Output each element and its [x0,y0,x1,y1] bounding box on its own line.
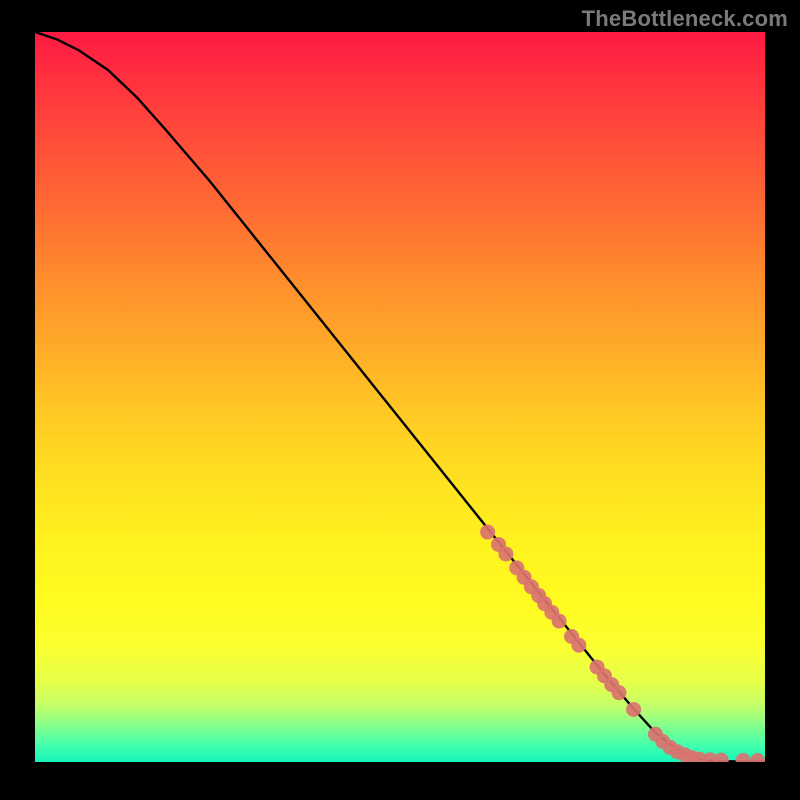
marker-dot [750,753,765,762]
watermark-text: TheBottleneck.com [582,6,788,32]
marker-dot [714,753,729,762]
plot-area [35,32,765,762]
marker-dot [498,546,513,561]
marker-group [480,525,765,762]
marker-dot [552,614,567,629]
marker-dot [571,638,586,653]
marker-dot [626,702,641,717]
curve-line [35,32,765,762]
marker-dot [480,525,495,540]
chart-overlay [35,32,765,762]
marker-dot [612,685,627,700]
chart-frame: TheBottleneck.com [0,0,800,800]
marker-dot [736,753,751,762]
